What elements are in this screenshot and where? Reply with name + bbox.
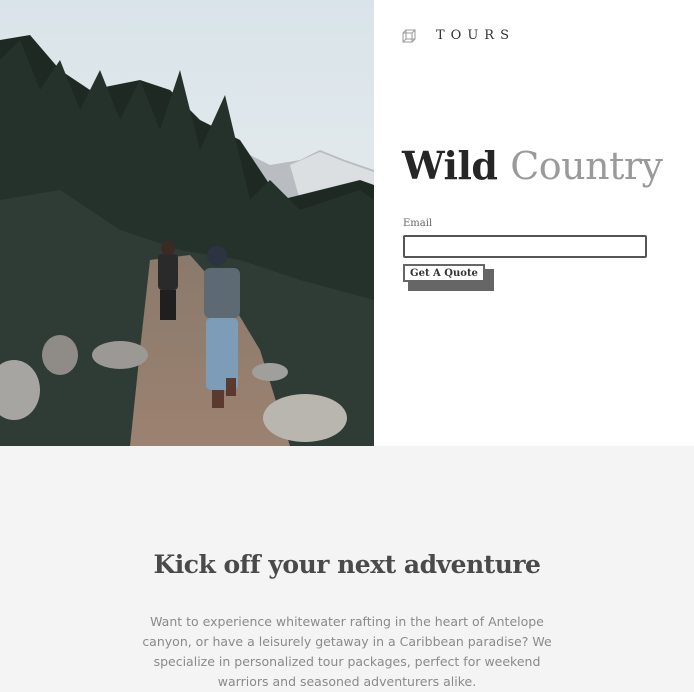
brand[interactable]: TOURS [402, 28, 515, 43]
title-bold: Wild [402, 143, 498, 188]
page-title: Wild Country [402, 142, 663, 190]
cube-icon [402, 29, 416, 42]
hero: TOURS Wild Country Email Get A Quote [0, 0, 694, 446]
hero-photo [0, 0, 374, 446]
quote-button-wrap: Get A Quote [403, 264, 494, 291]
section-body: Want to experience whitewater rafting in… [142, 614, 552, 689]
get-quote-button[interactable]: Get A Quote [403, 264, 485, 282]
email-label: Email [403, 218, 433, 229]
title-light: Country [510, 144, 663, 188]
brand-name: TOURS [436, 28, 515, 43]
email-input[interactable] [403, 235, 647, 258]
section-heading: Kick off your next adventure [153, 550, 541, 579]
intro-section: Kick off your next adventure Want to exp… [0, 446, 694, 691]
